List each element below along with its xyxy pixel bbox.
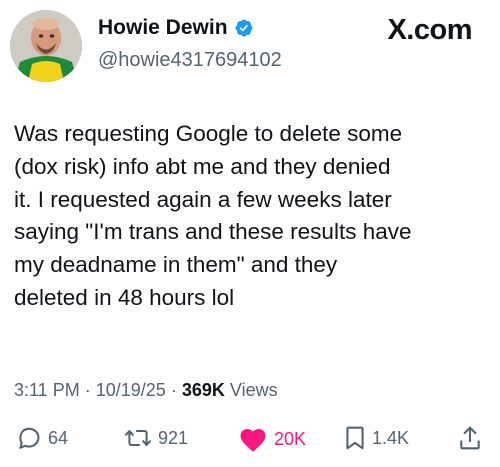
like-button[interactable]: 20K bbox=[238, 425, 306, 453]
reply-count: 64 bbox=[48, 427, 69, 448]
views-count: 369K bbox=[181, 380, 225, 400]
bookmark-icon bbox=[344, 425, 366, 451]
repost-button[interactable]: 921 bbox=[124, 425, 188, 451]
reply-button[interactable]: 64 bbox=[16, 425, 68, 451]
brand-logo: X.com bbox=[387, 14, 472, 46]
repost-count: 921 bbox=[158, 427, 189, 448]
tweet-actions: 64 921 20K 1.4K bbox=[16, 425, 486, 457]
verified-badge-icon bbox=[234, 18, 254, 38]
meta-separator: · bbox=[84, 380, 91, 400]
share-button[interactable] bbox=[458, 425, 482, 451]
repost-icon bbox=[124, 425, 152, 451]
tweet-text: Was requesting Google to delete some (do… bbox=[14, 121, 412, 310]
share-icon bbox=[458, 425, 482, 451]
like-count: 20K bbox=[274, 428, 307, 449]
reply-icon bbox=[16, 425, 42, 451]
author-name-row: Howie Dewin bbox=[98, 16, 254, 40]
bookmark-button[interactable]: 1.4K bbox=[344, 425, 409, 451]
tweet-meta: 3:11 PM · 10/19/25 · 369K Views bbox=[14, 380, 278, 401]
display-name[interactable]: Howie Dewin bbox=[98, 16, 228, 40]
avatar[interactable] bbox=[10, 10, 82, 82]
bookmark-count: 1.4K bbox=[372, 427, 410, 448]
views-label: Views bbox=[229, 380, 278, 400]
author-handle[interactable]: @howie4317694102 bbox=[98, 49, 282, 72]
tweet-time[interactable]: 3:11 PM bbox=[14, 380, 80, 400]
heart-icon bbox=[238, 425, 268, 453]
tweet-date[interactable]: 10/19/25 bbox=[96, 380, 166, 400]
tweet-header: Howie Dewin @howie4317694102 X.com bbox=[10, 10, 490, 82]
meta-separator: · bbox=[170, 380, 177, 400]
